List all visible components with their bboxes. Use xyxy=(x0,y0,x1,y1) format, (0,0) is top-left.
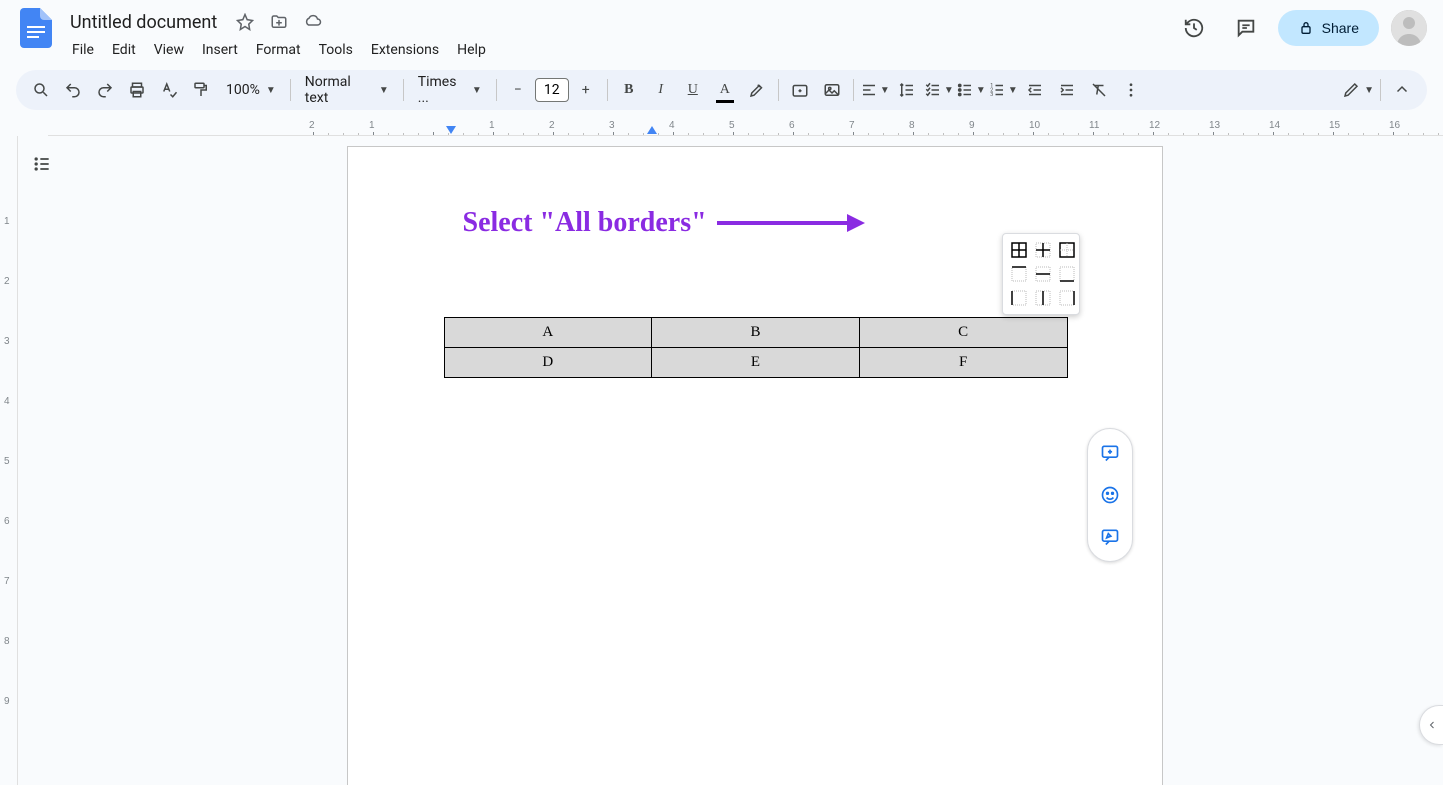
svg-text:3: 3 xyxy=(990,92,993,98)
menubar: File Edit View Insert Format Tools Exten… xyxy=(64,38,494,62)
align-icon[interactable]: ▼ xyxy=(860,75,890,105)
insert-link-icon[interactable] xyxy=(785,75,815,105)
menu-insert[interactable]: Insert xyxy=(194,38,246,62)
margin-comment-tools xyxy=(1087,428,1133,562)
table-cell[interactable]: C xyxy=(859,318,1067,348)
redo-icon[interactable] xyxy=(90,75,120,105)
indent-decrease-icon[interactable] xyxy=(1020,75,1050,105)
border-top-icon[interactable] xyxy=(1009,264,1029,284)
checklist-icon[interactable]: ▼ xyxy=(924,75,954,105)
border-outer-icon[interactable] xyxy=(1057,240,1077,260)
search-menu-icon[interactable] xyxy=(26,75,56,105)
style-combo[interactable]: Normal text▼ xyxy=(297,75,397,105)
numbered-list-icon[interactable]: 123▼ xyxy=(988,75,1018,105)
more-icon[interactable] xyxy=(1116,75,1146,105)
menu-edit[interactable]: Edit xyxy=(104,38,144,62)
border-right-icon[interactable] xyxy=(1057,288,1077,308)
ruler-indent-marker[interactable] xyxy=(446,126,456,136)
indent-increase-icon[interactable] xyxy=(1052,75,1082,105)
print-icon[interactable] xyxy=(122,75,152,105)
annotation-arrow-icon xyxy=(717,208,867,238)
avatar[interactable] xyxy=(1391,10,1427,46)
history-icon[interactable] xyxy=(1174,8,1214,48)
menu-extensions[interactable]: Extensions xyxy=(363,38,447,62)
editing-mode-icon[interactable]: ▼ xyxy=(1342,75,1374,105)
table-cell[interactable]: F xyxy=(859,348,1067,378)
horizontal-ruler[interactable]: 2112345678910111213141516171819 xyxy=(48,118,1443,136)
table-cell[interactable]: E xyxy=(652,348,860,378)
app-header: Untitled document File Edit View Insert … xyxy=(0,0,1443,62)
cloud-status-icon[interactable] xyxy=(301,10,325,34)
menu-help[interactable]: Help xyxy=(449,38,494,62)
outline-toggle-icon[interactable] xyxy=(26,148,58,180)
star-icon[interactable] xyxy=(233,10,257,34)
add-comment-icon[interactable] xyxy=(1094,437,1126,469)
table-cell[interactable]: A xyxy=(444,318,652,348)
insert-image-icon[interactable] xyxy=(817,75,847,105)
table-row[interactable]: A B C xyxy=(444,318,1067,348)
border-left-icon[interactable] xyxy=(1009,288,1029,308)
bulleted-list-icon[interactable]: ▼ xyxy=(956,75,986,105)
toolbar: 100%▼ Normal text▼ Times ...▼ − 12 + B I… xyxy=(16,70,1427,110)
document-title[interactable]: Untitled document xyxy=(64,10,223,35)
zoom-combo[interactable]: 100%▼ xyxy=(218,75,284,105)
menu-format[interactable]: Format xyxy=(248,38,309,62)
font-size-decrease[interactable]: − xyxy=(503,75,533,105)
paint-format-icon[interactable] xyxy=(186,75,216,105)
clear-format-icon[interactable] xyxy=(1084,75,1114,105)
move-icon[interactable] xyxy=(267,10,291,34)
menu-view[interactable]: View xyxy=(146,38,192,62)
text-color-icon[interactable]: A xyxy=(710,75,740,105)
docs-logo[interactable] xyxy=(16,8,56,48)
annotation-overlay: Select "All borders" xyxy=(463,207,867,239)
font-size-input[interactable]: 12 xyxy=(535,78,569,102)
font-combo[interactable]: Times ...▼ xyxy=(410,75,490,105)
border-bottom-icon[interactable] xyxy=(1057,264,1077,284)
menu-file[interactable]: File xyxy=(64,38,102,62)
collapse-toolbar-icon[interactable] xyxy=(1387,75,1417,105)
underline-icon[interactable]: U xyxy=(678,75,708,105)
font-size-increase[interactable]: + xyxy=(571,75,601,105)
border-all-icon[interactable] xyxy=(1009,240,1029,260)
annotation-text: Select "All borders" xyxy=(463,207,707,239)
italic-icon[interactable]: I xyxy=(646,75,676,105)
ruler-indent-marker[interactable] xyxy=(647,126,657,136)
highlight-icon[interactable] xyxy=(742,75,772,105)
undo-icon[interactable] xyxy=(58,75,88,105)
table-row[interactable]: D E F xyxy=(444,348,1067,378)
table-cell[interactable]: B xyxy=(652,318,860,348)
suggest-edits-icon[interactable] xyxy=(1094,521,1126,553)
border-picker-popup xyxy=(1002,233,1080,315)
vertical-ruler[interactable]: 123456789 xyxy=(0,136,18,785)
share-button[interactable]: Share xyxy=(1278,10,1379,46)
add-emoji-icon[interactable] xyxy=(1094,479,1126,511)
table-cell[interactable]: D xyxy=(444,348,652,378)
share-label: Share xyxy=(1322,20,1359,36)
border-horizontal-icon[interactable] xyxy=(1033,264,1053,284)
bold-icon[interactable]: B xyxy=(614,75,644,105)
border-vertical-icon[interactable] xyxy=(1033,288,1053,308)
document-page[interactable]: Select "All borders" A xyxy=(347,146,1163,785)
document-table[interactable]: A B C D E F xyxy=(444,317,1068,378)
line-spacing-icon[interactable] xyxy=(892,75,922,105)
comments-icon[interactable] xyxy=(1226,8,1266,48)
menu-tools[interactable]: Tools xyxy=(311,38,361,62)
border-inner-icon[interactable] xyxy=(1033,240,1053,260)
spellcheck-icon[interactable] xyxy=(154,75,184,105)
